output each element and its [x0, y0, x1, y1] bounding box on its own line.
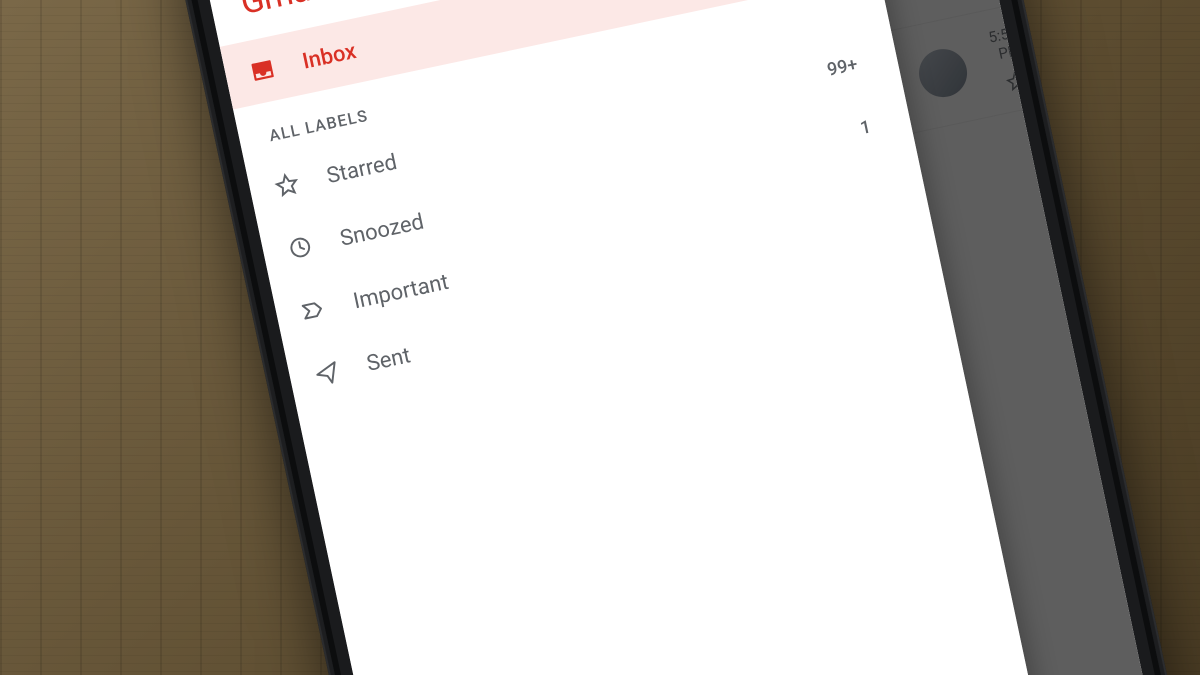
important-icon [298, 294, 329, 325]
phone-body: 6:14 VoLTE 4G 37% …t in L… … you … [162, 0, 1200, 675]
nav-item-count: 99+ [825, 53, 859, 80]
phone-screen: 6:14 VoLTE 4G 37% …t in L… … you … [191, 0, 1200, 675]
sent-icon [311, 357, 342, 388]
clock-icon [285, 232, 316, 263]
nav-item-count: 1 [858, 116, 872, 139]
star-icon [272, 169, 303, 200]
inbox-icon [247, 55, 278, 86]
